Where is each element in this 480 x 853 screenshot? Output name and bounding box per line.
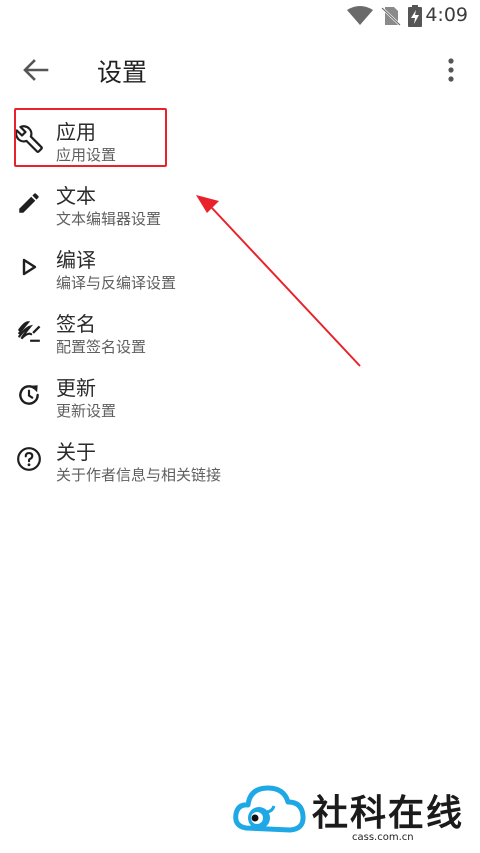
settings-item-subtitle: 应用设置 — [56, 146, 117, 164]
overflow-menu-button[interactable] — [436, 54, 466, 86]
wifi-icon — [347, 6, 373, 30]
watermark: 社科在线 cass.com.cn — [232, 785, 472, 848]
battery-charging-icon — [408, 5, 422, 31]
settings-item-subtitle: 更新设置 — [56, 402, 117, 420]
page-title: 设置 — [97, 58, 148, 87]
settings-item-subtitle: 文本编辑器设置 — [56, 210, 162, 228]
screen: 4:09 设置 应用 应用设置 文本 文本编辑器设置 编译 编译与反编译设置 签… — [0, 0, 480, 853]
watermark-domain: cass.com.cn — [352, 832, 414, 843]
more-vertical-icon — [448, 58, 454, 82]
settings-item-title: 签名 — [56, 312, 96, 336]
no-sim-icon — [381, 6, 401, 30]
help-circle-icon — [15, 445, 43, 473]
settings-item-about[interactable]: 关于 关于作者信息与相关链接 — [0, 428, 480, 492]
settings-item-title: 文本 — [56, 184, 96, 208]
settings-item-signature[interactable]: 签名 配置签名设置 — [0, 300, 480, 364]
play-outline-icon — [15, 253, 43, 281]
status-bar: 4:09 — [0, 0, 480, 32]
arrow-left-icon — [23, 59, 49, 81]
settings-item-title: 应用 — [56, 120, 96, 144]
settings-item-app[interactable]: 应用 应用设置 — [0, 108, 480, 172]
settings-item-subtitle: 配置签名设置 — [56, 338, 147, 356]
watermark-logo-icon — [233, 785, 306, 833]
settings-item-compile[interactable]: 编译 编译与反编译设置 — [0, 236, 480, 300]
pencil-icon — [15, 189, 43, 217]
wrench-icon — [15, 125, 43, 153]
settings-item-subtitle: 编译与反编译设置 — [56, 274, 177, 292]
signature-icon — [15, 317, 43, 345]
update-icon — [15, 381, 43, 409]
watermark-text: 社科在线 — [312, 793, 465, 834]
toolbar: 设置 — [0, 32, 480, 108]
settings-item-update[interactable]: 更新 更新设置 — [0, 364, 480, 428]
settings-item-subtitle: 关于作者信息与相关链接 — [56, 466, 222, 484]
settings-item-title: 编译 — [56, 248, 96, 272]
settings-item-title: 更新 — [56, 376, 96, 400]
settings-list: 应用 应用设置 文本 文本编辑器设置 编译 编译与反编译设置 签名 配置签名设置… — [0, 108, 480, 492]
settings-item-title: 关于 — [56, 440, 96, 464]
settings-item-text[interactable]: 文本 文本编辑器设置 — [0, 172, 480, 236]
back-button[interactable] — [14, 52, 58, 88]
status-time: 4:09 — [425, 4, 468, 26]
